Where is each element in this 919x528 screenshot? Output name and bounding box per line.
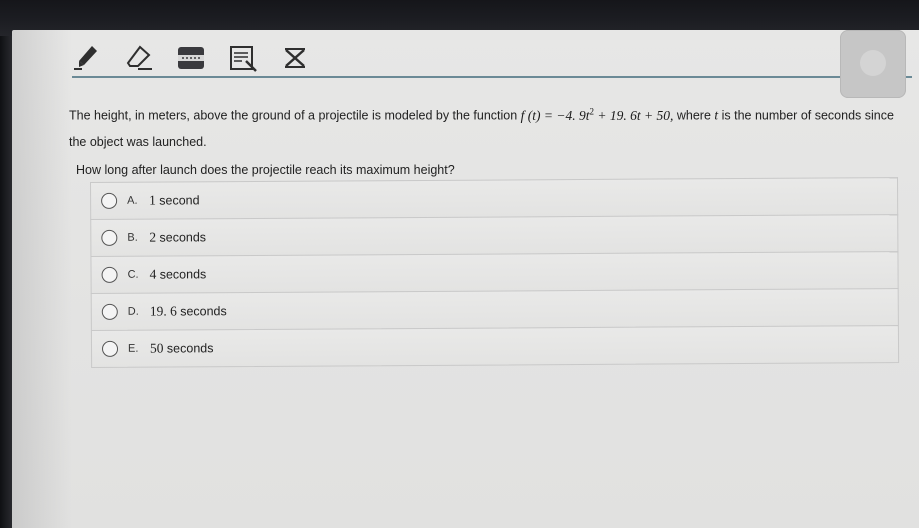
- option-value: 50 seconds: [149, 340, 214, 356]
- option-letter: E.: [127, 342, 139, 355]
- option-value: 19. 6 seconds: [149, 303, 227, 319]
- option-e[interactable]: E. 50 seconds: [90, 325, 900, 368]
- option-d[interactable]: D. 19. 6 seconds: [90, 288, 899, 330]
- radio-button[interactable]: [101, 229, 118, 246]
- option-letter: D.: [127, 305, 139, 318]
- radio-button[interactable]: [101, 266, 118, 283]
- option-value: 4 seconds: [149, 266, 207, 282]
- eraser-icon[interactable]: [124, 43, 154, 73]
- toolbar-divider: [72, 76, 912, 78]
- corner-button[interactable]: [840, 30, 906, 98]
- answer-options: A. 1 second B. 2 seconds C. 4 seconds D.…: [90, 177, 900, 368]
- notes-icon[interactable]: [228, 43, 258, 73]
- screen: The height, in meters, above the ground …: [0, 0, 919, 528]
- page-shadow: [12, 30, 72, 528]
- circle-icon: [860, 50, 886, 76]
- option-value: 1 second: [149, 192, 200, 208]
- option-letter: C.: [127, 268, 139, 281]
- function-expression: f (t) = −4. 9t2 + 19. 6t + 50,: [520, 106, 674, 123]
- question-prompt: How long after launch does the projectil…: [76, 163, 455, 177]
- highlight-bar-icon[interactable]: [176, 43, 206, 73]
- option-letter: B.: [127, 231, 138, 244]
- option-b[interactable]: B. 2 seconds: [90, 214, 899, 256]
- function-lhs: f (t) = −4. 9t: [520, 107, 590, 123]
- option-value: 2 seconds: [149, 229, 207, 245]
- annotation-toolbar: [72, 40, 310, 76]
- test-page: The height, in meters, above the ground …: [12, 30, 919, 528]
- radio-button[interactable]: [101, 303, 118, 320]
- crossout-icon[interactable]: [280, 43, 310, 73]
- question-stem: The height, in meters, above the ground …: [69, 98, 899, 155]
- radio-button[interactable]: [101, 340, 119, 357]
- option-letter: A.: [127, 194, 138, 207]
- radio-button[interactable]: [101, 192, 118, 209]
- option-c[interactable]: C. 4 seconds: [90, 251, 899, 293]
- question-text-before: The height, in meters, above the ground …: [69, 108, 521, 123]
- option-a[interactable]: A. 1 second: [90, 177, 899, 219]
- question-text-where: where: [673, 108, 715, 123]
- pencil-icon[interactable]: [72, 43, 102, 73]
- function-rhs: + 19. 6t + 50,: [594, 107, 674, 123]
